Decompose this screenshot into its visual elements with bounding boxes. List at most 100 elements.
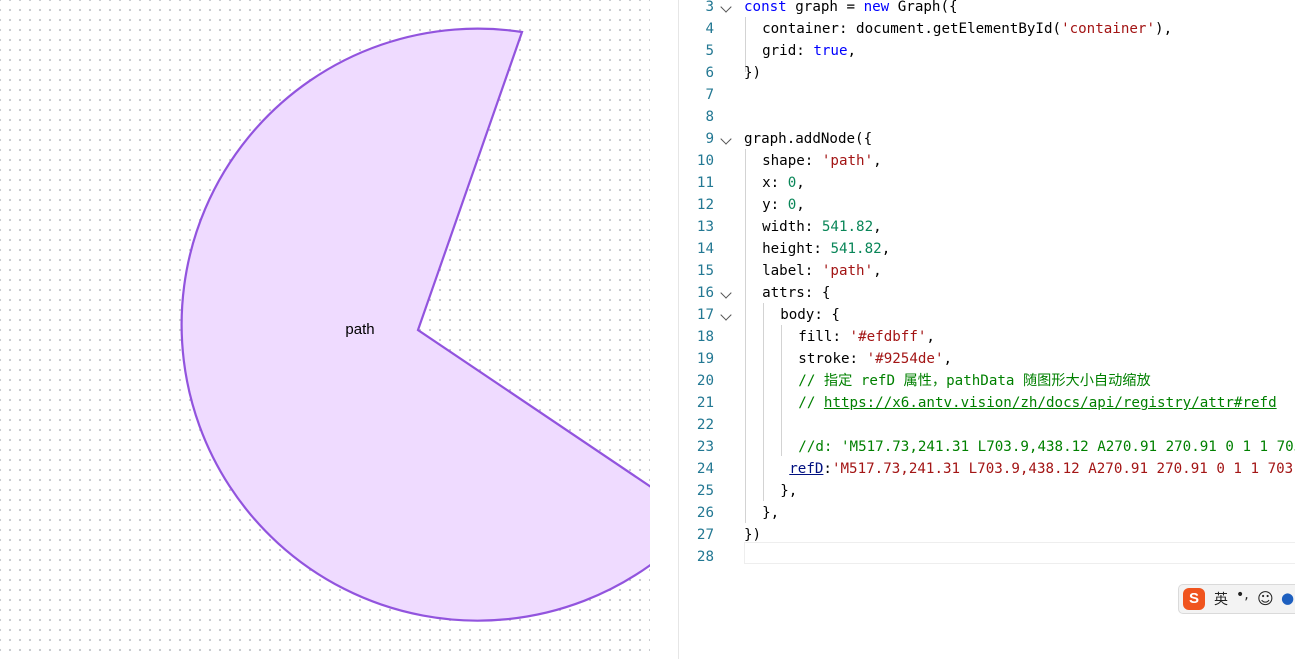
code-token: '#efdbff' xyxy=(849,329,927,345)
code-line[interactable]: 21 // https://x6.antv.vision/zh/docs/api/… xyxy=(680,392,1295,414)
line-number: 14 xyxy=(696,241,714,257)
code-token: x: xyxy=(762,175,788,191)
line-number: 16 xyxy=(696,285,714,301)
code-token: }, xyxy=(780,483,798,499)
fold-chevron-icon[interactable] xyxy=(720,133,732,145)
ime-language-toggle[interactable]: 英 xyxy=(1214,589,1228,609)
code-line[interactable]: 22 xyxy=(680,414,1295,436)
code-token: , xyxy=(873,219,882,235)
code-token: //d: 'M517.73,241.31 L703.9,438.12 A270.… xyxy=(798,439,1295,455)
code-line[interactable]: 7 xyxy=(680,84,1295,106)
code-text: //d: 'M517.73,241.31 L703.9,438.12 A270.… xyxy=(798,436,1295,458)
fold-chevron-icon[interactable] xyxy=(720,1,732,13)
code-token: , xyxy=(847,43,857,59)
code-text: height: 541.82, xyxy=(762,238,890,260)
code-line[interactable]: 20 // 指定 refD 属性，pathData 随图形大小自动缩放 xyxy=(680,370,1295,392)
code-text: grid: true, xyxy=(762,40,856,62)
code-token: height: xyxy=(762,241,831,257)
code-text: graph.addNode({ xyxy=(744,128,872,150)
code-line[interactable]: 3 const graph = new Graph({ xyxy=(680,0,1295,18)
code-line[interactable]: 13 width: 541.82, xyxy=(680,216,1295,238)
code-token: , xyxy=(796,197,805,213)
code-token[interactable]: refD xyxy=(789,461,823,477)
code-text: shape: 'path', xyxy=(762,150,882,172)
code-token: 'path' xyxy=(821,153,874,169)
code-token: label: xyxy=(762,263,822,279)
code-token: }) xyxy=(744,527,762,543)
microphone-icon[interactable]: ● xyxy=(1281,589,1294,607)
code-token[interactable]: https://x6.antv.vision/zh/docs/api/regis… xyxy=(824,395,1277,411)
code-line[interactable]: 17 body: { xyxy=(680,304,1295,326)
code-text: label: 'path', xyxy=(762,260,882,282)
code-text: fill: '#efdbff', xyxy=(798,326,935,348)
pane-divider[interactable] xyxy=(678,0,679,659)
code-token: , xyxy=(881,241,891,257)
line-number: 17 xyxy=(696,307,714,323)
code-token: }, xyxy=(762,505,780,521)
code-token: 'path' xyxy=(821,263,874,279)
line-number: 15 xyxy=(696,263,714,279)
fold-chevron-icon[interactable] xyxy=(720,287,732,299)
code-line[interactable]: 16 attrs: { xyxy=(680,282,1295,304)
code-text: attrs: { xyxy=(762,282,830,304)
code-text: width: 541.82, xyxy=(762,216,882,238)
code-text: // 指定 refD 属性，pathData 随图形大小自动缩放 xyxy=(798,370,1150,392)
code-token: Graph({ xyxy=(889,0,958,15)
line-number: 5 xyxy=(705,43,714,59)
sogou-logo-icon[interactable]: S xyxy=(1183,588,1205,610)
line-number: 24 xyxy=(696,461,714,477)
fold-chevron-icon[interactable] xyxy=(720,309,732,321)
code-line[interactable]: 11 x: 0, xyxy=(680,172,1295,194)
code-line[interactable]: 8 xyxy=(680,106,1295,128)
code-line[interactable]: 4 container: document.getElementById('con… xyxy=(680,18,1295,40)
code-token: // xyxy=(798,395,824,411)
code-token: , xyxy=(873,263,882,279)
code-line[interactable]: 14 height: 541.82, xyxy=(680,238,1295,260)
ime-punctuation-toggle[interactable]: •, xyxy=(1236,587,1249,603)
code-token: }) xyxy=(744,65,762,81)
code-token: const xyxy=(744,0,787,15)
code-token: width: xyxy=(762,219,822,235)
graph-canvas[interactable]: path xyxy=(0,0,650,659)
code-line[interactable]: 5 grid: true, xyxy=(680,40,1295,62)
line-number: 11 xyxy=(696,175,714,191)
code-line[interactable]: 18 fill: '#efdbff', xyxy=(680,326,1295,348)
code-line[interactable]: 15 label: 'path', xyxy=(680,260,1295,282)
line-number: 4 xyxy=(705,21,714,37)
line-number: 10 xyxy=(696,153,714,169)
line-number: 9 xyxy=(705,131,714,147)
ime-toolbar[interactable]: S 英 •, ☺ ● xyxy=(1178,584,1295,614)
code-line[interactable]: 23 //d: 'M517.73,241.31 L703.9,438.12 A27… xyxy=(680,436,1295,458)
code-token: '#9254de' xyxy=(866,351,944,367)
code-text: }, xyxy=(762,502,779,524)
code-token: shape: xyxy=(762,153,822,169)
code-line[interactable]: 27}) xyxy=(680,524,1295,546)
code-text: const graph = new Graph({ xyxy=(744,0,958,18)
code-editor[interactable]: 3 const graph = new Graph({ 4 container: do… xyxy=(680,0,1295,659)
code-token: fill: xyxy=(798,329,850,345)
line-number: 22 xyxy=(696,417,714,433)
code-line[interactable]: 19 stroke: '#9254de', xyxy=(680,348,1295,370)
code-line[interactable]: 25}, xyxy=(680,480,1295,502)
code-line[interactable]: 10 shape: 'path', xyxy=(680,150,1295,172)
code-token: true xyxy=(813,43,848,59)
code-line[interactable]: 9 graph.addNode({ xyxy=(680,128,1295,150)
code-token: stroke: xyxy=(798,351,867,367)
line-number: 28 xyxy=(696,549,714,565)
code-token: new xyxy=(863,0,890,15)
code-line[interactable]: 24 refD:'M517.73,241.31 L703.9,438.12 A27… xyxy=(680,458,1295,480)
code-text: container: document.getElementById('cont… xyxy=(762,18,1172,40)
code-token: , xyxy=(943,351,953,367)
line-number: 27 xyxy=(696,527,714,543)
line-number: 7 xyxy=(705,87,714,103)
code-text: }) xyxy=(744,62,761,84)
code-token: attrs: { xyxy=(762,285,831,301)
code-line[interactable]: 6}) xyxy=(680,62,1295,84)
code-line[interactable]: 28 xyxy=(680,546,1295,568)
code-token: body: { xyxy=(780,307,840,323)
smile-icon[interactable]: ☺ xyxy=(1257,589,1274,608)
code-token: , xyxy=(796,175,805,191)
code-line[interactable]: 12 y: 0, xyxy=(680,194,1295,216)
code-line[interactable]: 26}, xyxy=(680,502,1295,524)
path-node[interactable] xyxy=(180,27,650,622)
